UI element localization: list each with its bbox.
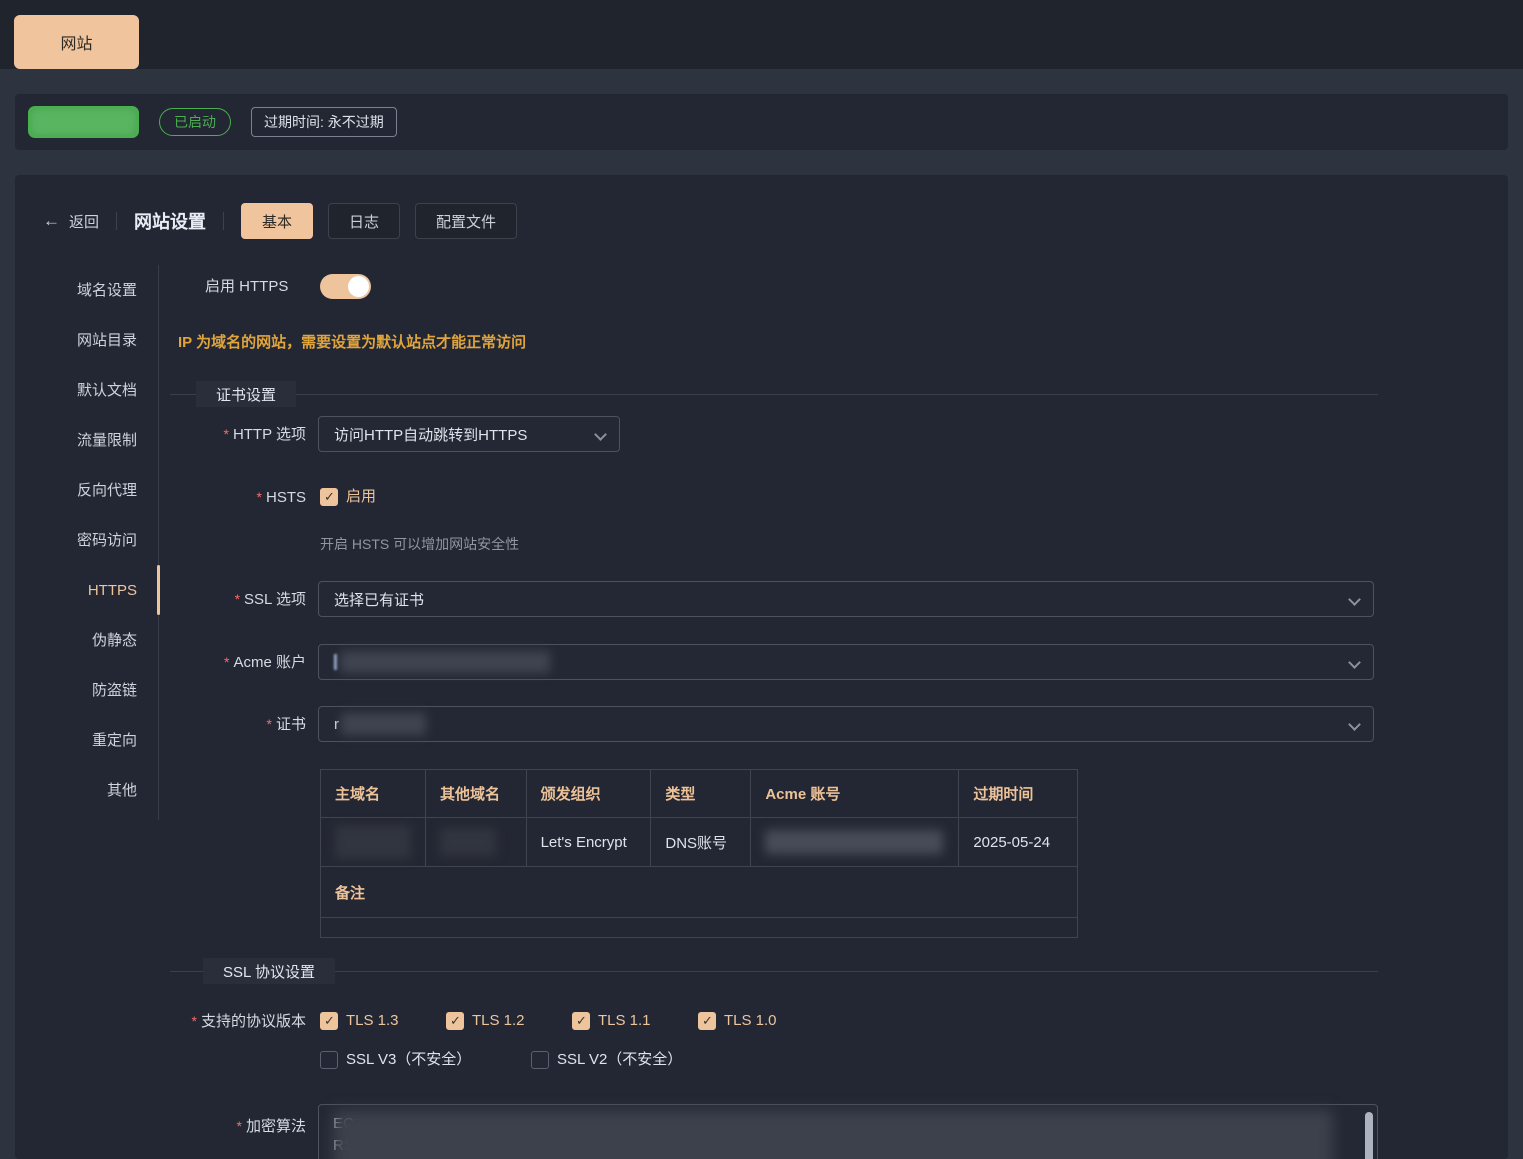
site-name-blur xyxy=(28,106,139,138)
cell-expiry: 2025-05-24 xyxy=(959,818,1078,867)
hsts-checkbox[interactable] xyxy=(320,488,338,506)
tls11-checkbox[interactable] xyxy=(572,1012,590,1030)
acme-account-select[interactable] xyxy=(318,644,1374,680)
enable-https-label: 启用 HTTPS xyxy=(205,274,321,299)
empty-cell xyxy=(321,918,1078,938)
acme-account-redacted-glyph xyxy=(334,654,337,670)
col-issuer: 颁发组织 xyxy=(526,770,651,818)
ip-domain-warning: IP 为域名的网站，需要设置为默认站点才能正常访问 xyxy=(178,331,526,352)
main-domain-redacted xyxy=(335,825,411,859)
page-title: 网站设置 xyxy=(134,208,206,234)
section-ssl-protocol-label: SSL 协议设置 xyxy=(203,958,335,984)
header-divider xyxy=(116,212,117,230)
http-option-select[interactable]: 访问HTTP自动跳转到HTTPS xyxy=(318,416,620,452)
chevron-down-icon xyxy=(1348,718,1361,731)
protocol-versions-label: 支持的协议版本 xyxy=(15,1012,306,1031)
cert-select[interactable]: r xyxy=(318,706,1374,742)
website-settings-panel: 返回 网站设置 基本 日志 配置文件 域名设置 网站目录 默认文档 流量限制 反… xyxy=(15,175,1508,1159)
cert-redacted-value xyxy=(341,713,426,735)
section-line xyxy=(170,971,1378,972)
enable-https-toggle[interactable] xyxy=(320,274,371,299)
cell-main-domain xyxy=(321,818,426,867)
sidebar-item-other[interactable]: 其他 xyxy=(15,766,137,816)
other-domain-redacted xyxy=(440,828,496,856)
settings-header: 返回 网站设置 基本 日志 配置文件 xyxy=(43,203,517,239)
chevron-down-icon xyxy=(594,428,607,441)
back-arrow-icon xyxy=(43,211,60,231)
tls13-checkbox[interactable] xyxy=(320,1012,338,1030)
http-option-label: HTTP 选项 xyxy=(15,416,306,453)
sidebar-item-default-doc[interactable]: 默认文档 xyxy=(15,366,137,416)
acme-account-cell-redacted xyxy=(765,830,943,854)
cipher-label: 加密算法 xyxy=(15,1117,306,1136)
tab-config-file[interactable]: 配置文件 xyxy=(415,203,517,239)
cipher-redacted-content xyxy=(333,1110,1333,1159)
back-button[interactable]: 返回 xyxy=(43,211,99,232)
table-header-row: 主域名 其他域名 颁发组织 类型 Acme 账号 过期时间 xyxy=(321,770,1078,818)
ssl-option-label: SSL 选项 xyxy=(15,581,306,618)
certificate-table: 主域名 其他域名 颁发组织 类型 Acme 账号 过期时间 Let's Encr… xyxy=(320,769,1078,938)
tls12-checkbox[interactable] xyxy=(446,1012,464,1030)
tls12-label[interactable]: TLS 1.2 xyxy=(472,1011,525,1031)
sslv3-label[interactable]: SSL V3（不安全） xyxy=(346,1050,471,1070)
cipher-textarea[interactable]: EC RS xyxy=(318,1104,1378,1159)
remark-label: 备注 xyxy=(321,867,1078,918)
section-cert-settings: 证书设置 xyxy=(170,381,1378,407)
sslv2-label[interactable]: SSL V2（不安全） xyxy=(557,1050,682,1070)
header-divider xyxy=(223,212,224,230)
top-tab-website-label: 网站 xyxy=(60,30,92,54)
sidebar-item-domain[interactable]: 域名设置 xyxy=(15,266,137,316)
toggle-knob xyxy=(348,276,369,297)
tab-basic[interactable]: 基本 xyxy=(241,203,313,239)
cell-issuer: Let's Encrypt xyxy=(526,818,651,867)
tls11-label[interactable]: TLS 1.1 xyxy=(598,1011,651,1031)
table-remark-row: 备注 xyxy=(321,867,1078,918)
top-nav-bar: 网站 xyxy=(0,0,1523,69)
tls13-label[interactable]: TLS 1.3 xyxy=(346,1011,399,1031)
table-empty-row xyxy=(321,918,1078,938)
tls10-checkbox[interactable] xyxy=(698,1012,716,1030)
sslv2-checkbox[interactable] xyxy=(531,1051,549,1069)
chevron-down-icon xyxy=(1348,656,1361,669)
hsts-checkbox-label[interactable]: 启用 xyxy=(346,487,376,507)
section-ssl-protocol: SSL 协议设置 xyxy=(170,958,1378,984)
site-name-redacted xyxy=(28,106,139,138)
sslv3-checkbox[interactable] xyxy=(320,1051,338,1069)
acme-account-redacted-value xyxy=(340,651,550,673)
cert-value-prefix: r xyxy=(334,716,339,733)
cert-label: 证书 xyxy=(15,706,306,743)
chevron-down-icon xyxy=(1348,593,1361,606)
hsts-label: HSTS xyxy=(15,488,306,507)
status-badge-started: 已启动 xyxy=(159,108,231,136)
site-status-bar: 已启动 过期时间: 永不过期 xyxy=(15,94,1508,150)
col-main-domain: 主域名 xyxy=(321,770,426,818)
http-option-value: 访问HTTP自动跳转到HTTPS xyxy=(334,424,527,445)
back-label: 返回 xyxy=(69,211,99,232)
cipher-scrollbar[interactable] xyxy=(1365,1112,1373,1159)
section-line xyxy=(170,394,1378,395)
sidebar-item-password-access[interactable]: 密码访问 xyxy=(15,516,137,566)
col-type: 类型 xyxy=(651,770,751,818)
expiry-badge: 过期时间: 永不过期 xyxy=(251,107,397,137)
acme-account-label: Acme 账户 xyxy=(15,644,306,681)
hsts-help-text: 开启 HSTS 可以增加网站安全性 xyxy=(320,534,519,554)
col-expiry: 过期时间 xyxy=(959,770,1078,818)
ssl-option-select[interactable]: 选择已有证书 xyxy=(318,581,1374,617)
cell-acme-account xyxy=(751,818,959,867)
settings-tabs: 基本 日志 配置文件 xyxy=(241,203,517,239)
tls10-label[interactable]: TLS 1.0 xyxy=(724,1011,777,1031)
cell-type: DNS账号 xyxy=(651,818,751,867)
col-other-domain: 其他域名 xyxy=(426,770,527,818)
ssl-option-value: 选择已有证书 xyxy=(334,589,424,610)
section-cert-label: 证书设置 xyxy=(196,381,296,407)
top-tab-website[interactable]: 网站 xyxy=(14,15,139,69)
table-row: Let's Encrypt DNS账号 2025-05-24 xyxy=(321,818,1078,867)
tab-logs[interactable]: 日志 xyxy=(328,203,400,239)
sidebar-item-site-dir[interactable]: 网站目录 xyxy=(15,316,137,366)
cell-other-domain xyxy=(426,818,527,867)
col-acme-account: Acme 账号 xyxy=(751,770,959,818)
